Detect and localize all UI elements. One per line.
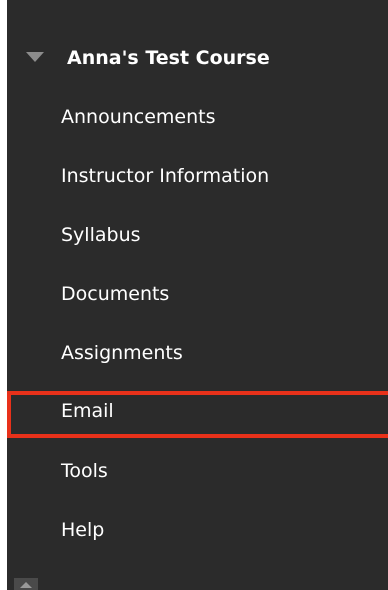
menu-item-instructor-information[interactable]: Instructor Information (7, 155, 388, 214)
menu-item-label: Assignments (61, 342, 183, 364)
menu-item-announcements[interactable]: Announcements (7, 96, 388, 155)
menu-item-documents[interactable]: Documents (7, 273, 388, 332)
menu-item-label: Announcements (61, 106, 216, 128)
menu-item-label: Help (61, 519, 105, 541)
menu-item-tools[interactable]: Tools (7, 450, 388, 509)
collapse-triangle-icon[interactable] (26, 52, 44, 62)
scroll-up-button[interactable] (14, 578, 38, 590)
course-header[interactable]: Anna's Test Course (14, 38, 388, 78)
chevron-up-icon (20, 582, 32, 588)
menu-item-syllabus[interactable]: Syllabus (7, 214, 388, 273)
menu-item-label: Instructor Information (61, 165, 270, 187)
menu-item-label: Email (61, 400, 114, 422)
course-menu: Announcements Instructor Information Syl… (7, 96, 388, 568)
menu-item-assignments[interactable]: Assignments (7, 332, 388, 391)
menu-item-label: Documents (61, 283, 170, 305)
menu-item-label: Syllabus (61, 224, 141, 246)
menu-item-email[interactable]: Email (7, 391, 388, 450)
course-title: Anna's Test Course (67, 47, 270, 69)
menu-item-help[interactable]: Help (7, 509, 388, 568)
course-menu-sidebar: Anna's Test Course Announcements Instruc… (0, 0, 388, 590)
menu-item-label: Tools (61, 460, 108, 482)
